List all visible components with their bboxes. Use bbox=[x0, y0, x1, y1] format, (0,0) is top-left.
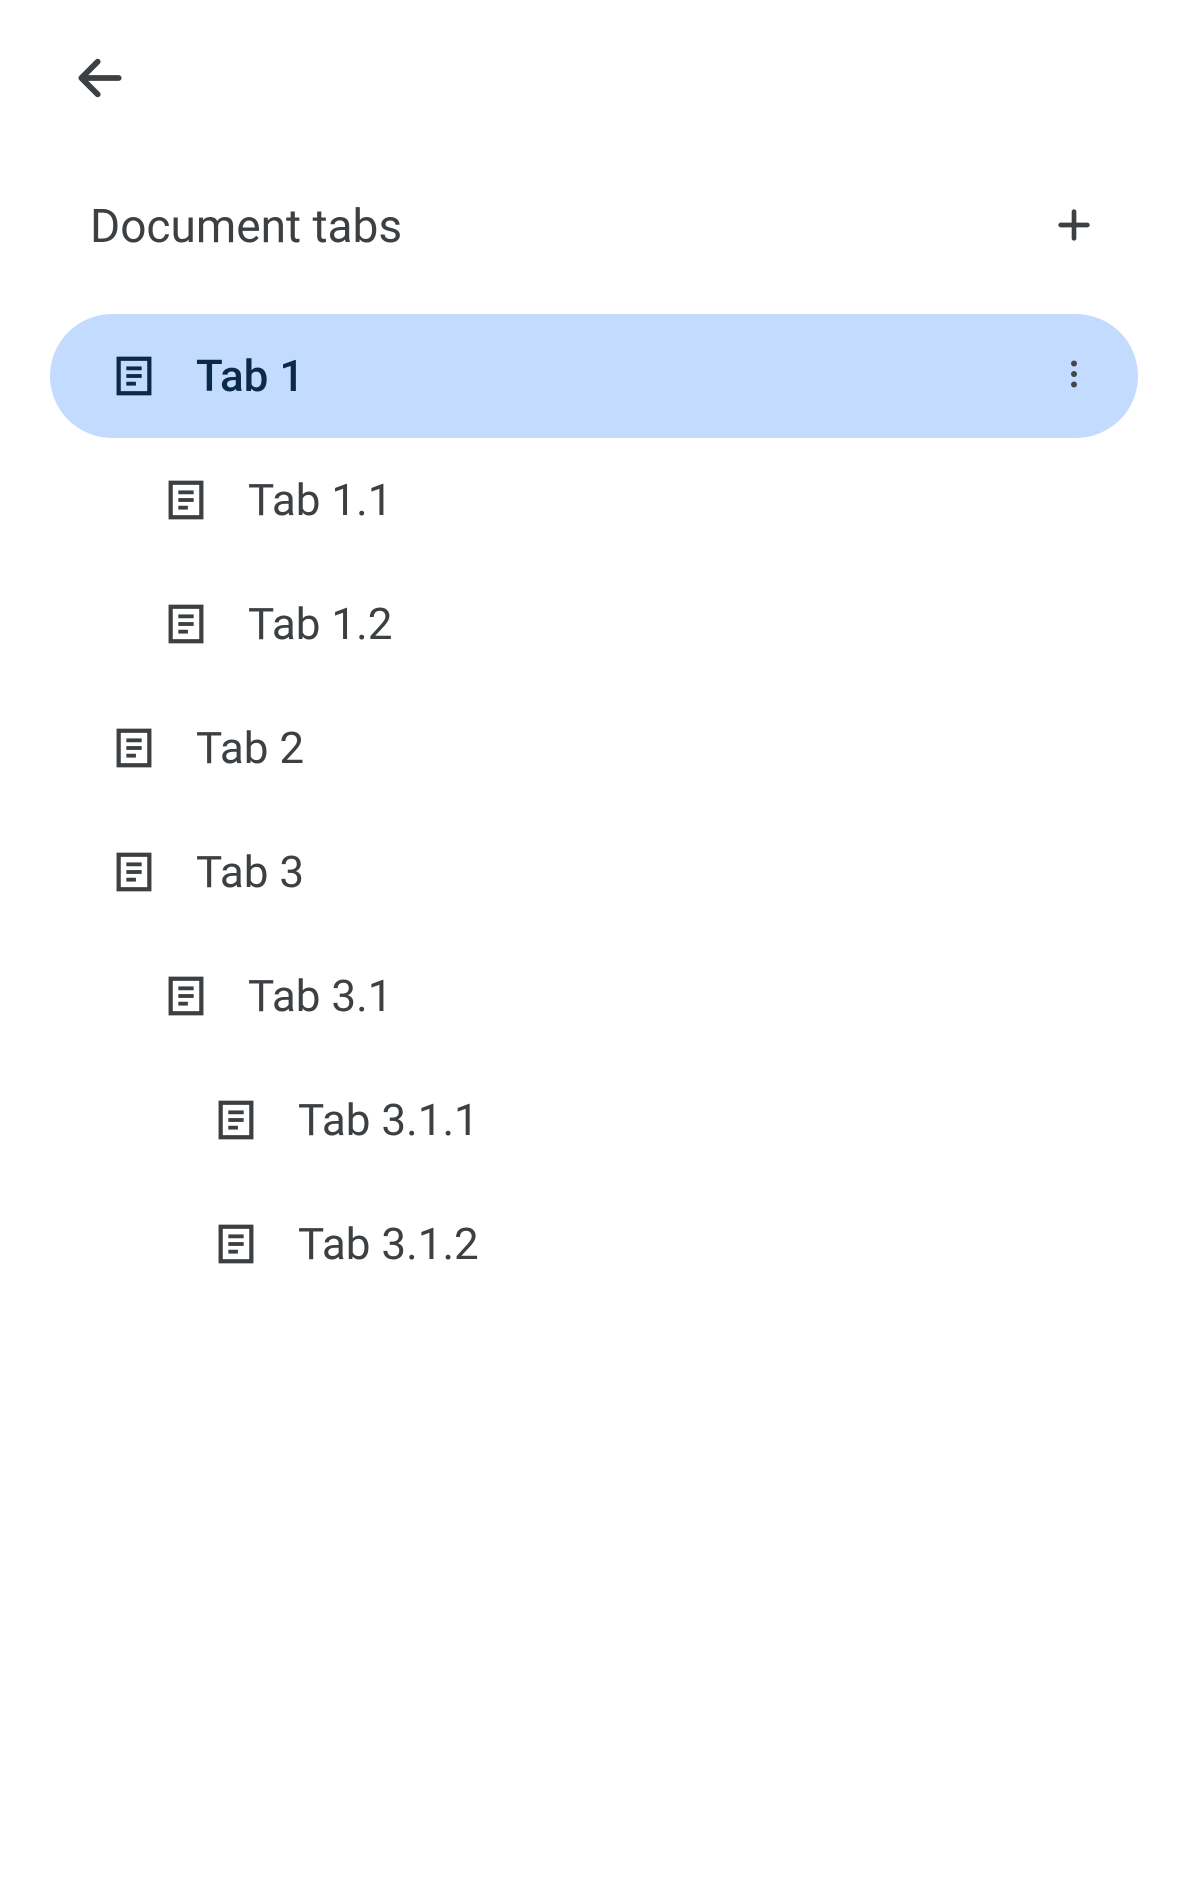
tab-item-tab-3[interactable]: Tab 3 bbox=[50, 810, 1138, 934]
tab-item-tab-1-2[interactable]: Tab 1.2 bbox=[50, 562, 1138, 686]
tab-label: Tab 3.1 bbox=[248, 970, 1098, 1022]
tab-more-button[interactable] bbox=[1050, 352, 1098, 400]
tab-item-tab-1-1[interactable]: Tab 1.1 bbox=[50, 438, 1138, 562]
document-icon bbox=[212, 1096, 260, 1144]
document-icon bbox=[162, 972, 210, 1020]
document-icon bbox=[212, 1220, 260, 1268]
document-icon bbox=[162, 476, 210, 524]
tab-item-tab-1[interactable]: Tab 1 bbox=[50, 314, 1138, 438]
tab-item-tab-3-1[interactable]: Tab 3.1 bbox=[50, 934, 1138, 1058]
tab-label: Tab 1.1 bbox=[248, 474, 1098, 526]
tab-item-tab-2[interactable]: Tab 2 bbox=[50, 686, 1138, 810]
back-button[interactable] bbox=[70, 50, 130, 110]
add-tab-button[interactable] bbox=[1050, 203, 1098, 251]
document-icon bbox=[110, 848, 158, 896]
plus-icon bbox=[1054, 205, 1094, 249]
document-icon bbox=[162, 600, 210, 648]
tab-label: Tab 1.2 bbox=[248, 598, 1098, 650]
tab-label: Tab 2 bbox=[196, 722, 1098, 774]
document-icon bbox=[110, 352, 158, 400]
tab-label: Tab 3.1.1 bbox=[298, 1094, 1098, 1146]
tab-label: Tab 1 bbox=[196, 350, 1050, 402]
panel-header: Document tabs bbox=[40, 200, 1148, 254]
tab-list: Tab 1 Tab 1.1 bbox=[40, 314, 1148, 1306]
arrow-left-icon bbox=[72, 50, 128, 110]
document-icon bbox=[110, 724, 158, 772]
more-vertical-icon bbox=[1056, 356, 1092, 396]
tab-item-tab-3-1-1[interactable]: Tab 3.1.1 bbox=[50, 1058, 1138, 1182]
panel-title: Document tabs bbox=[90, 200, 402, 254]
tab-item-tab-3-1-2[interactable]: Tab 3.1.2 bbox=[50, 1182, 1138, 1306]
tab-label: Tab 3 bbox=[196, 846, 1098, 898]
tab-label: Tab 3.1.2 bbox=[298, 1218, 1098, 1270]
